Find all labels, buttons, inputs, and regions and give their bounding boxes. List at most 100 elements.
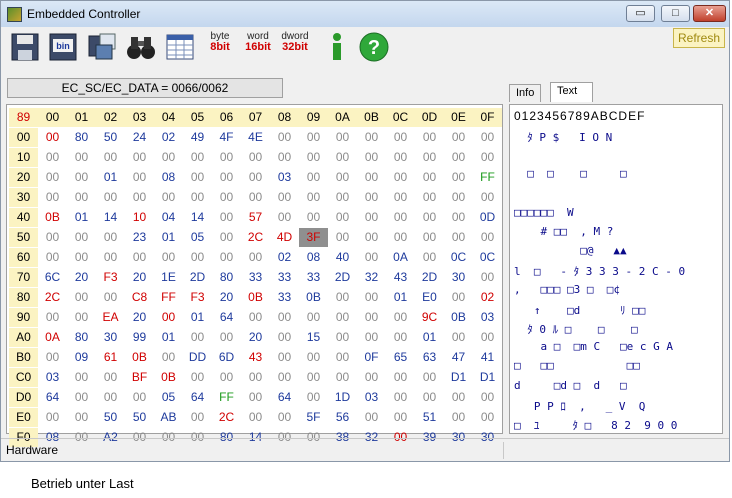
hex-cell[interactable]: 01 bbox=[96, 168, 125, 187]
hex-cell[interactable]: 00 bbox=[386, 228, 415, 247]
hex-cell[interactable]: 0A bbox=[38, 328, 67, 347]
hex-cell[interactable]: 43 bbox=[386, 268, 415, 287]
hex-cell[interactable]: 00 bbox=[386, 328, 415, 347]
hex-cell[interactable]: 00 bbox=[357, 128, 386, 147]
search-binoculars-icon[interactable] bbox=[125, 31, 157, 63]
hex-cell[interactable]: 00 bbox=[357, 248, 386, 267]
hex-cell[interactable]: 9C bbox=[415, 308, 444, 327]
hex-cell[interactable]: 80 bbox=[67, 128, 96, 147]
hex-cell[interactable]: 20 bbox=[125, 308, 154, 327]
hex-cell[interactable]: 00 bbox=[154, 308, 183, 327]
hex-cell[interactable]: 33 bbox=[241, 268, 270, 287]
hex-cell[interactable]: 0B bbox=[299, 288, 328, 307]
hex-cell[interactable]: D1 bbox=[444, 368, 473, 387]
hex-cell[interactable]: 00 bbox=[328, 208, 357, 227]
hex-cell[interactable]: 00 bbox=[38, 408, 67, 427]
hex-cell[interactable]: 50 bbox=[125, 408, 154, 427]
hex-cell[interactable]: 00 bbox=[473, 408, 502, 427]
hex-cell[interactable]: 00 bbox=[96, 148, 125, 167]
hex-cell[interactable]: 00 bbox=[386, 168, 415, 187]
minimize-button[interactable]: ▭ bbox=[626, 5, 655, 22]
hex-cell[interactable]: 00 bbox=[328, 168, 357, 187]
hex-cell[interactable]: 00 bbox=[125, 148, 154, 167]
hex-cell[interactable]: 00 bbox=[38, 128, 67, 147]
tab-text[interactable]: Text bbox=[550, 82, 593, 102]
hex-cell[interactable]: 05 bbox=[183, 228, 212, 247]
hex-cell[interactable]: 00 bbox=[183, 168, 212, 187]
hex-cell[interactable]: 00 bbox=[415, 208, 444, 227]
hex-cell[interactable]: 00 bbox=[415, 128, 444, 147]
hex-cell[interactable]: 4D bbox=[270, 228, 299, 247]
hex-cell[interactable]: 20 bbox=[67, 268, 96, 287]
hex-cell[interactable]: 00 bbox=[357, 288, 386, 307]
hex-cell[interactable]: 00 bbox=[125, 248, 154, 267]
hex-cell[interactable]: 00 bbox=[96, 248, 125, 267]
hex-cell[interactable]: 2D bbox=[328, 268, 357, 287]
hex-cell[interactable]: 00 bbox=[183, 368, 212, 387]
hex-cell[interactable]: FF bbox=[212, 388, 241, 407]
hex-cell[interactable]: 00 bbox=[357, 168, 386, 187]
hex-cell[interactable]: 00 bbox=[328, 288, 357, 307]
hex-cell[interactable]: 09 bbox=[67, 348, 96, 367]
hex-cell[interactable]: 47 bbox=[444, 348, 473, 367]
hex-cell[interactable]: 00 bbox=[96, 228, 125, 247]
hex-cell[interactable]: 00 bbox=[241, 248, 270, 267]
hex-cell[interactable]: 80 bbox=[212, 268, 241, 287]
hex-cell[interactable]: 57 bbox=[241, 208, 270, 227]
hex-cell[interactable]: 00 bbox=[212, 148, 241, 167]
hex-cell[interactable]: 1E bbox=[154, 268, 183, 287]
hex-cell[interactable]: 00 bbox=[444, 228, 473, 247]
hex-cell[interactable]: 41 bbox=[473, 348, 502, 367]
hex-cell[interactable]: 00 bbox=[67, 368, 96, 387]
hex-cell[interactable]: 2D bbox=[183, 268, 212, 287]
hex-cell[interactable]: 00 bbox=[270, 368, 299, 387]
hex-cell[interactable]: 00 bbox=[444, 148, 473, 167]
hex-cell[interactable]: 00 bbox=[154, 348, 183, 367]
hex-cell[interactable]: 10 bbox=[125, 208, 154, 227]
hex-cell[interactable]: 00 bbox=[299, 148, 328, 167]
hex-cell[interactable]: 20 bbox=[125, 268, 154, 287]
hex-cell[interactable]: 00 bbox=[357, 368, 386, 387]
close-button[interactable]: ✕ bbox=[693, 5, 726, 22]
tab-info[interactable]: Info bbox=[509, 84, 542, 102]
hex-cell[interactable]: 00 bbox=[386, 368, 415, 387]
hex-cell[interactable]: 02 bbox=[270, 248, 299, 267]
table-view-icon[interactable] bbox=[164, 31, 196, 63]
refresh-button[interactable]: Refresh bbox=[673, 28, 725, 48]
hex-cell[interactable]: 00 bbox=[328, 368, 357, 387]
hex-cell[interactable]: 00 bbox=[67, 248, 96, 267]
hex-cell[interactable]: 00 bbox=[154, 248, 183, 267]
hex-cell[interactable]: 00 bbox=[241, 368, 270, 387]
hex-cell[interactable]: 00 bbox=[328, 188, 357, 207]
hex-cell[interactable]: 03 bbox=[473, 308, 502, 327]
hex-cell[interactable]: 49 bbox=[183, 128, 212, 147]
hex-cell[interactable]: 64 bbox=[38, 388, 67, 407]
hex-cell[interactable]: 00 bbox=[444, 288, 473, 307]
save-disk-icon[interactable] bbox=[86, 31, 118, 63]
hex-cell[interactable]: 00 bbox=[270, 148, 299, 167]
hex-cell[interactable]: 00 bbox=[299, 308, 328, 327]
hex-cell[interactable]: 2C bbox=[38, 288, 67, 307]
hex-cell[interactable]: 00 bbox=[270, 408, 299, 427]
hex-cell[interactable]: 00 bbox=[67, 188, 96, 207]
hex-cell[interactable]: 00 bbox=[357, 308, 386, 327]
hex-cell[interactable]: 00 bbox=[67, 288, 96, 307]
hex-cell[interactable]: 2C bbox=[241, 228, 270, 247]
hex-cell[interactable]: 00 bbox=[270, 128, 299, 147]
hex-cell[interactable]: 65 bbox=[386, 348, 415, 367]
hex-cell[interactable]: 00 bbox=[386, 388, 415, 407]
hex-cell[interactable]: 00 bbox=[299, 368, 328, 387]
hex-cell[interactable]: 00 bbox=[212, 248, 241, 267]
hex-cell[interactable]: 01 bbox=[386, 288, 415, 307]
hex-cell[interactable]: 00 bbox=[270, 188, 299, 207]
hex-cell[interactable]: 00 bbox=[67, 228, 96, 247]
hex-cell[interactable]: 00 bbox=[125, 188, 154, 207]
hex-cell[interactable]: 00 bbox=[386, 188, 415, 207]
hex-cell[interactable]: 00 bbox=[357, 328, 386, 347]
hex-cell[interactable]: 00 bbox=[444, 168, 473, 187]
hex-cell[interactable]: 0B bbox=[125, 348, 154, 367]
hex-cell[interactable]: 00 bbox=[241, 168, 270, 187]
hex-cell[interactable]: 20 bbox=[212, 288, 241, 307]
hex-cell[interactable]: 02 bbox=[154, 128, 183, 147]
hex-cell[interactable]: 03 bbox=[357, 388, 386, 407]
